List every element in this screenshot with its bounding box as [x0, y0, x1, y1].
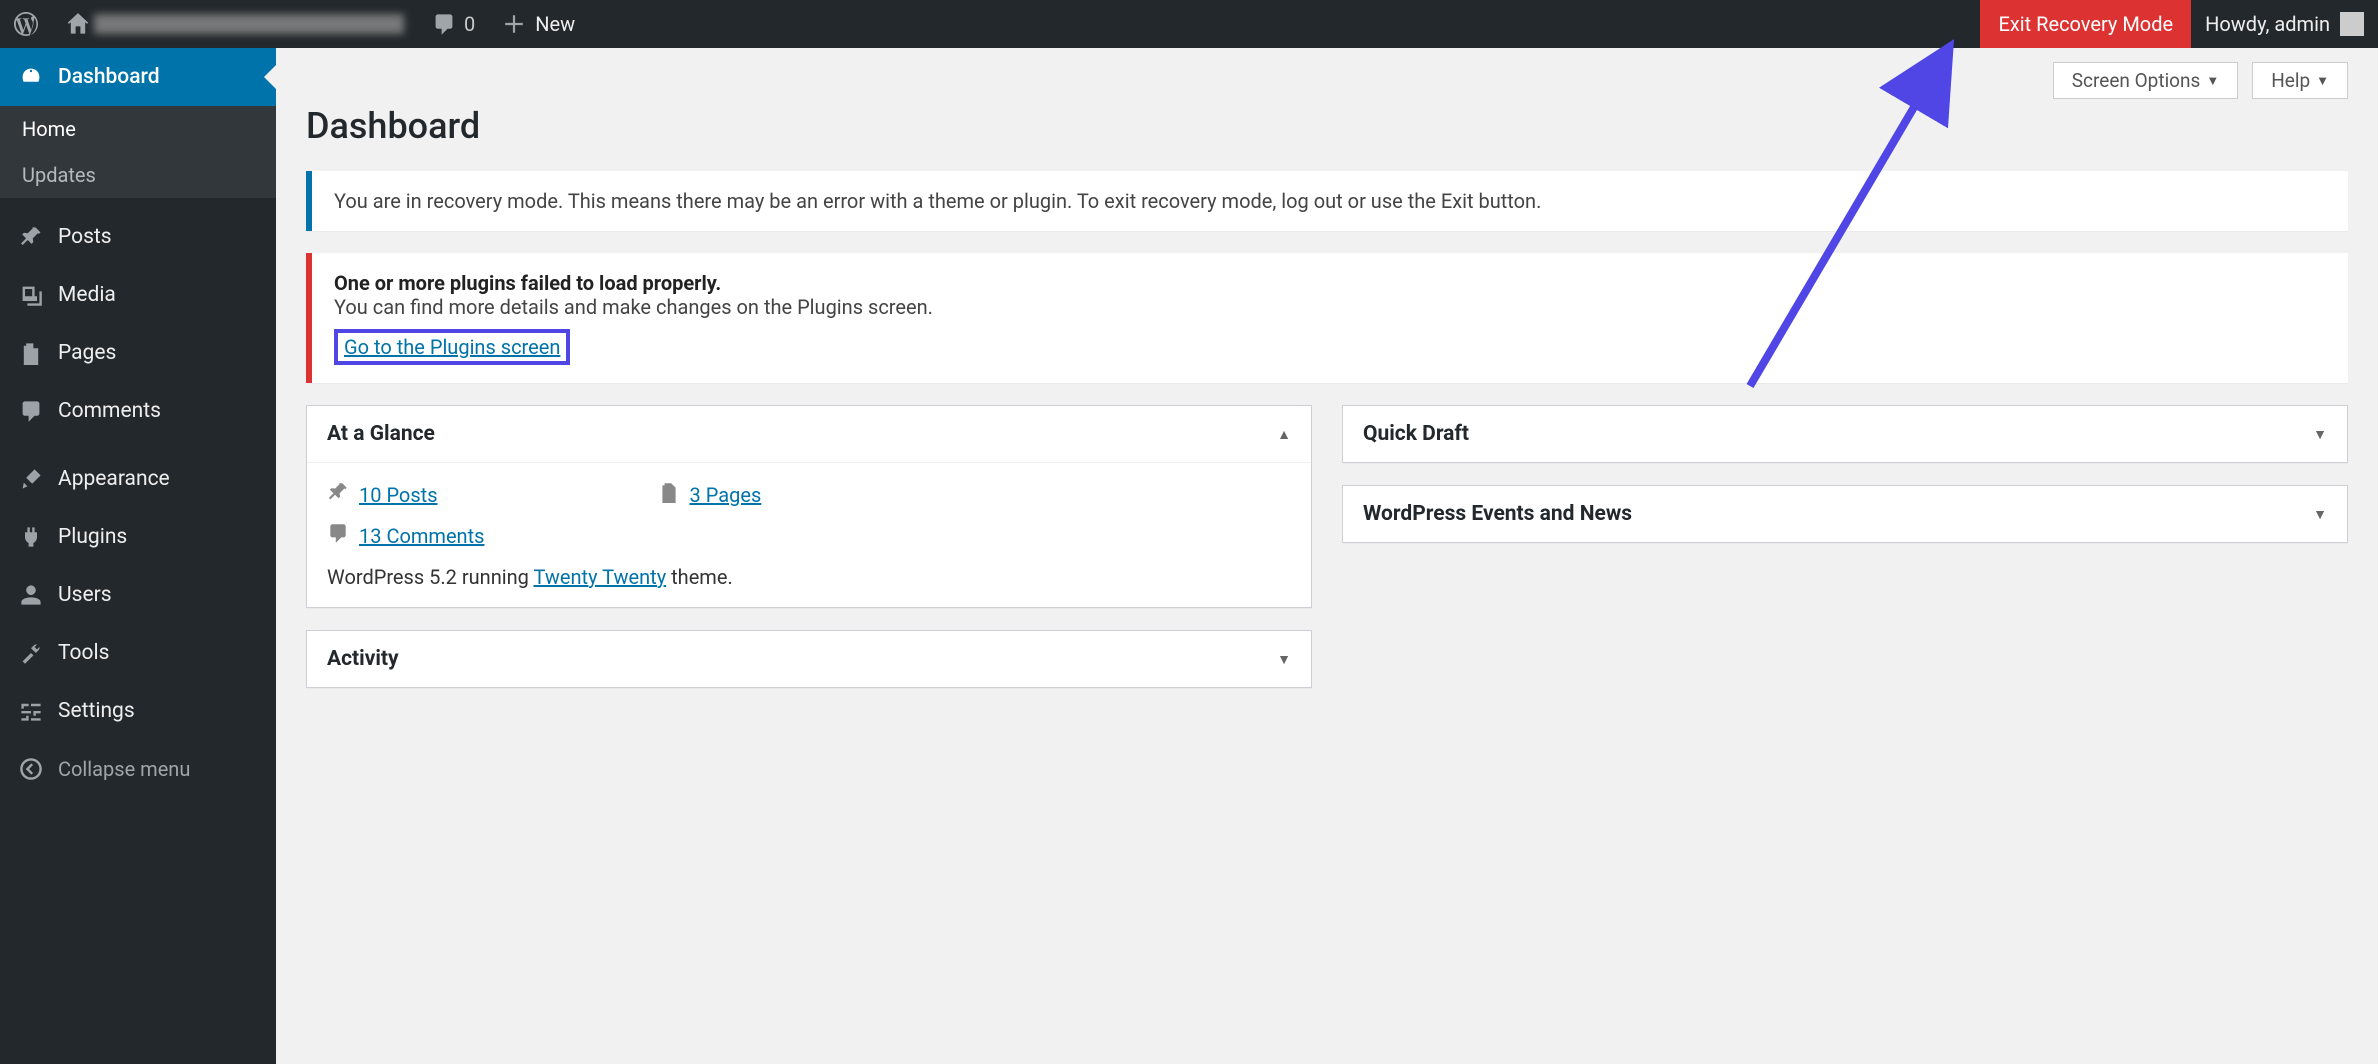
- menu-plugins-label: Plugins: [58, 525, 127, 549]
- menu-media[interactable]: Media: [0, 266, 276, 324]
- plugin-error-text: You can find more details and make chang…: [334, 295, 2326, 319]
- menu-dashboard[interactable]: Dashboard: [0, 48, 276, 106]
- submenu-home[interactable]: Home: [0, 106, 276, 152]
- recovery-notice-text: You are in recovery mode. This means the…: [334, 189, 1541, 213]
- comments-bubble-icon[interactable]: 0: [418, 0, 489, 48]
- menu-media-label: Media: [58, 283, 116, 307]
- version-pre: WordPress 5.2 running: [327, 565, 533, 589]
- plugin-error-heading: One or more plugins failed to load prope…: [334, 271, 2326, 295]
- menu-pages[interactable]: Pages: [0, 324, 276, 382]
- pin-icon: [327, 481, 349, 508]
- quick-draft-toggle[interactable]: Quick Draft ▼: [1343, 406, 2347, 462]
- menu-users-label: Users: [58, 583, 112, 607]
- site-name-redacted: [94, 14, 404, 34]
- activity-toggle[interactable]: Activity ▼: [307, 631, 1311, 687]
- chevron-down-icon: ▼: [2316, 73, 2329, 89]
- help-label: Help: [2271, 69, 2310, 92]
- quick-draft-widget: Quick Draft ▼: [1342, 405, 2348, 463]
- new-content-button[interactable]: New: [489, 0, 589, 48]
- pages-icon: [16, 341, 46, 365]
- menu-tools-label: Tools: [58, 641, 109, 665]
- menu-tools[interactable]: Tools: [0, 624, 276, 682]
- site-home-icon[interactable]: [52, 0, 418, 48]
- glance-pages: 3 Pages: [658, 481, 762, 508]
- sliders-icon: [16, 699, 46, 723]
- plugin-error-notice: One or more plugins failed to load prope…: [306, 253, 2348, 383]
- comment-icon: [327, 522, 349, 549]
- menu-appearance-label: Appearance: [58, 467, 170, 491]
- chevron-down-icon: ▼: [2206, 73, 2219, 89]
- glance-comments: 13 Comments: [327, 522, 1291, 549]
- version-post: theme.: [666, 565, 733, 589]
- screen-options-label: Screen Options: [2072, 69, 2201, 92]
- new-label: New: [535, 12, 575, 36]
- posts-link[interactable]: 10 Posts: [359, 483, 438, 507]
- chevron-down-icon: ▼: [1277, 651, 1291, 668]
- at-a-glance-title: At a Glance: [327, 422, 435, 446]
- quick-draft-title: Quick Draft: [1363, 422, 1469, 446]
- at-a-glance-toggle[interactable]: At a Glance ▲: [307, 406, 1311, 463]
- at-a-glance-widget: At a Glance ▲ 10 Posts 3 Pages: [306, 405, 1312, 608]
- menu-posts[interactable]: Posts: [0, 208, 276, 266]
- menu-users[interactable]: Users: [0, 566, 276, 624]
- avatar-icon: [2340, 12, 2364, 36]
- wordpress-logo-icon[interactable]: [0, 0, 52, 48]
- chevron-up-icon: ▲: [1277, 426, 1291, 443]
- collapse-menu[interactable]: Collapse menu: [0, 740, 276, 798]
- content-area: Screen Options ▼ Help ▼ Dashboard You ar…: [276, 48, 2378, 1064]
- menu-comments-label: Comments: [58, 399, 161, 423]
- submenu-updates[interactable]: Updates: [0, 152, 276, 198]
- comments-link[interactable]: 13 Comments: [359, 524, 484, 548]
- screen-options-button[interactable]: Screen Options ▼: [2053, 62, 2238, 99]
- collapse-label: Collapse menu: [58, 757, 190, 781]
- exit-recovery-mode-button[interactable]: Exit Recovery Mode: [1980, 0, 2191, 48]
- help-button[interactable]: Help ▼: [2252, 62, 2348, 99]
- recovery-mode-notice: You are in recovery mode. This means the…: [306, 171, 2348, 231]
- dashboard-icon: [16, 65, 46, 89]
- collapse-icon: [16, 757, 46, 781]
- glance-posts: 10 Posts: [327, 481, 438, 508]
- events-news-title: WordPress Events and News: [1363, 502, 1632, 526]
- activity-widget: Activity ▼: [306, 630, 1312, 688]
- admin-sidebar: Dashboard Home Updates Posts Media Pages…: [0, 48, 276, 1064]
- chevron-down-icon: ▼: [2313, 506, 2327, 523]
- menu-settings[interactable]: Settings: [0, 682, 276, 740]
- menu-comments[interactable]: Comments: [0, 382, 276, 440]
- menu-posts-label: Posts: [58, 225, 112, 249]
- activity-title: Activity: [327, 647, 399, 671]
- howdy-label: Howdy, admin: [2205, 12, 2330, 36]
- events-news-toggle[interactable]: WordPress Events and News ▼: [1343, 486, 2347, 542]
- wrench-icon: [16, 641, 46, 665]
- media-icon: [16, 283, 46, 307]
- wordpress-version: WordPress 5.2 running Twenty Twenty them…: [327, 565, 1291, 589]
- page-title: Dashboard: [306, 105, 2348, 147]
- comment-icon: [16, 399, 46, 423]
- events-news-widget: WordPress Events and News ▼: [1342, 485, 2348, 543]
- menu-appearance[interactable]: Appearance: [0, 450, 276, 508]
- comments-count: 0: [464, 12, 475, 36]
- pages-icon: [658, 481, 680, 508]
- howdy-user[interactable]: Howdy, admin: [2191, 0, 2378, 48]
- plug-icon: [16, 525, 46, 549]
- pages-link[interactable]: 3 Pages: [690, 483, 762, 507]
- admin-toolbar: 0 New Exit Recovery Mode Howdy, admin: [0, 0, 2378, 48]
- user-icon: [16, 583, 46, 607]
- go-to-plugins-highlight: Go to the Plugins screen: [334, 329, 570, 365]
- menu-plugins[interactable]: Plugins: [0, 508, 276, 566]
- chevron-down-icon: ▼: [2313, 426, 2327, 443]
- menu-pages-label: Pages: [58, 341, 116, 365]
- theme-link[interactable]: Twenty Twenty: [533, 565, 666, 589]
- menu-settings-label: Settings: [58, 699, 135, 723]
- pin-icon: [16, 225, 46, 249]
- menu-dashboard-label: Dashboard: [58, 65, 160, 89]
- go-to-plugins-link[interactable]: Go to the Plugins screen: [344, 335, 560, 359]
- brush-icon: [16, 467, 46, 491]
